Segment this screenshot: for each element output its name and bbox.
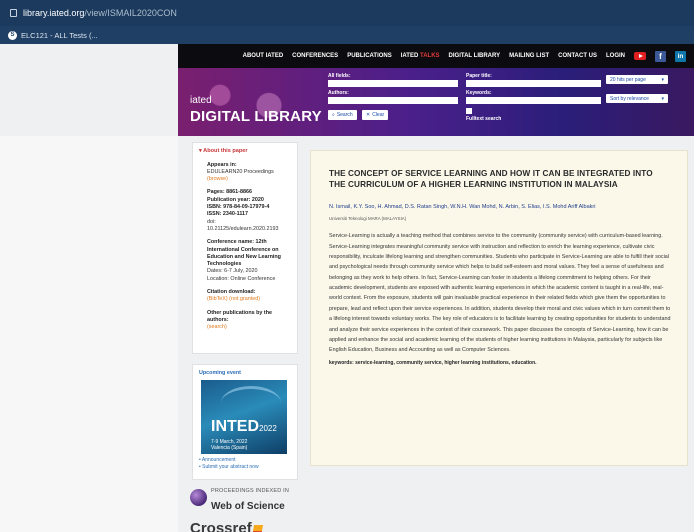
crossref-mark-icon xyxy=(251,525,263,532)
nav-conferences[interactable]: CONFERENCES xyxy=(292,53,338,59)
left-blank-area xyxy=(0,136,178,532)
paper-title: THE CONCEPT OF SERVICE LEARNING AND HOW … xyxy=(329,169,653,189)
upcoming-event-panel: Upcoming event INTED2022 7-9 March, 2022… xyxy=(192,364,298,480)
conference-name: Conference name: 12th International Conf… xyxy=(207,239,281,268)
paper-abstract: Service-Learning is actually a teaching … xyxy=(329,233,671,354)
sort-value: Sort by relevance xyxy=(610,95,649,102)
per-page-select[interactable]: 20 hits per page ▾ xyxy=(606,75,668,84)
search-button-label: Search xyxy=(336,112,353,118)
site-top-nav: ABOUT IATED CONFERENCES PUBLICATIONS IAT… xyxy=(178,44,694,68)
doi-value[interactable]: 10.21125/edulearn.2020.2193 xyxy=(207,226,279,232)
building-arch-shape xyxy=(221,386,281,420)
keywords-input[interactable] xyxy=(466,97,601,104)
lock-icon xyxy=(10,9,17,17)
globe-icon xyxy=(190,488,207,506)
close-icon: ✕ xyxy=(366,112,371,118)
all-fields-input[interactable] xyxy=(328,80,458,87)
citation-label: Citation download: xyxy=(207,289,256,295)
issn: ISSN: 2340-1117 xyxy=(207,211,249,218)
isbn: ISBN: 978-84-09-17979-4 xyxy=(207,204,270,211)
clear-button-label: Clear xyxy=(372,112,385,118)
paper-card: THE CONCEPT OF SERVICE LEARNING AND HOW … xyxy=(310,150,688,466)
other-pubs-block: Other publications by the authors: (sear… xyxy=(207,310,291,332)
fulltext-checkbox[interactable] xyxy=(466,108,472,114)
announcement-link[interactable]: • Announcement xyxy=(199,457,236,463)
facebook-icon[interactable]: f xyxy=(655,50,666,62)
event-info: 7-9 March, 2022 Valencia (Spain) xyxy=(211,439,247,451)
bibtex-link[interactable]: (BibTeX) (not granted) xyxy=(207,296,260,302)
crossref-logo[interactable]: Crossref xyxy=(190,520,263,532)
authors-input[interactable] xyxy=(328,97,458,104)
wos-small-text: PROCEEDINGS INDEXED IN xyxy=(211,488,290,495)
paper-authors[interactable]: N. Ismail, K.Y. Soo, H. Ahmad, D.S. Rata… xyxy=(329,204,671,211)
event-year: 2022 xyxy=(259,424,277,433)
linkedin-icon[interactable]: in xyxy=(675,50,686,62)
authors-label: Authors: xyxy=(328,90,349,96)
nav-talks-label: TALKS xyxy=(419,53,440,59)
event-links: • Announcement • Submit your abstract no… xyxy=(199,457,291,471)
chevron-down-icon: ▾ xyxy=(661,95,664,102)
url-host: library.iated.org xyxy=(23,8,85,18)
other-pubs-label: Other publications by the authors: xyxy=(207,309,272,323)
doi-label: doi: xyxy=(207,218,216,225)
per-page-value: 20 hits per page xyxy=(610,76,646,83)
conference-location: Location: Online Conference xyxy=(207,275,276,282)
keywords-label: Keywords: xyxy=(466,90,492,96)
wos-big-text: Web of Science xyxy=(211,501,285,512)
nav-iated-label: IATED xyxy=(400,53,419,59)
upcoming-event-header: Upcoming event xyxy=(199,370,241,376)
url-path: /view/ISMAIL2020CON xyxy=(84,8,177,18)
about-paper-toggle[interactable]: ▾ About this paper xyxy=(199,148,291,156)
address-bar[interactable]: library.iated.org/view/ISMAIL2020CON xyxy=(0,0,694,26)
appears-in-value: EDULEARN20 Proceedings xyxy=(207,168,274,175)
bookmark-item[interactable]: ELC121 - ALL Tests (... xyxy=(21,31,98,40)
fulltext-label: Fulltext search xyxy=(466,116,502,122)
bookmarks-bar: S ELC121 - ALL Tests (... xyxy=(0,26,694,44)
event-banner[interactable]: INTED2022 7-9 March, 2022 Valencia (Spain… xyxy=(201,380,287,454)
clear-button[interactable]: ✕ Clear xyxy=(362,110,389,120)
web-of-science-badge[interactable]: PROCEEDINGS INDEXED IN Web of Science xyxy=(190,486,300,512)
paper-affiliation: Universiti Teknologi MARA (MALAYSIA) xyxy=(329,216,407,222)
event-title: INTED2022 xyxy=(211,418,277,436)
browse-link[interactable]: (browse) xyxy=(207,176,228,182)
search-icon: ⌕ xyxy=(332,112,335,118)
sort-select[interactable]: Sort by relevance ▾ xyxy=(606,94,668,103)
nav-iated-talks[interactable]: IATED TALKS xyxy=(401,53,440,59)
hero-banner: iated DIGITAL LIBRARY All fields: Paper … xyxy=(178,68,694,136)
crossref-text: Crossref xyxy=(190,520,252,532)
nav-digital-library[interactable]: DIGITAL LIBRARY xyxy=(449,53,501,59)
event-title-text: INTED xyxy=(211,418,259,435)
publication-details: Pages: 8861-8866 Publication year: 2020 … xyxy=(207,189,291,233)
appears-in-block: Appears in: EDULEARN20 Proceedings (brow… xyxy=(207,162,291,184)
search-button[interactable]: ⌕ Search xyxy=(328,110,357,120)
event-place: Valencia (Spain) xyxy=(211,445,248,451)
conference-details: Conference name: 12th International Conf… xyxy=(207,239,291,283)
appears-in-label: Appears in: xyxy=(207,161,237,168)
submit-abstract-link[interactable]: • Submit your abstract now xyxy=(199,464,259,470)
about-paper-panel: ▾ About this paper Appears in: EDULEARN2… xyxy=(192,142,298,354)
youtube-icon[interactable] xyxy=(634,52,646,60)
publication-year: Publication year: 2020 xyxy=(207,196,264,203)
chevron-down-icon: ▾ xyxy=(661,76,664,83)
paper-title-input[interactable] xyxy=(466,80,601,87)
sidebar: ▾ About this paper Appears in: EDULEARN2… xyxy=(190,142,300,532)
brand-small: iated xyxy=(190,95,212,106)
paper-keywords: keywords: service-learning, community se… xyxy=(329,359,537,366)
nav-contact[interactable]: CONTACT US xyxy=(558,53,597,59)
nav-about[interactable]: ABOUT IATED xyxy=(243,53,284,59)
search-authors-link[interactable]: (search) xyxy=(207,324,227,330)
nav-login[interactable]: LOGIN xyxy=(606,53,625,59)
conference-dates: Dates: 6-7 July, 2020 xyxy=(207,268,258,275)
brand-title[interactable]: DIGITAL LIBRARY xyxy=(190,108,322,125)
about-paper-header: About this paper xyxy=(203,148,248,154)
all-fields-label: All fields: xyxy=(328,73,351,79)
paper-title-label: Paper title: xyxy=(466,73,492,79)
wos-text: PROCEEDINGS INDEXED IN Web of Science xyxy=(211,480,289,514)
bookmark-favicon-icon: S xyxy=(8,30,17,40)
pages: Pages: 8861-8866 xyxy=(207,189,252,196)
citation-block: Citation download: (BibTeX) (not granted… xyxy=(207,289,291,304)
nav-publications[interactable]: PUBLICATIONS xyxy=(347,53,392,59)
nav-mailing-list[interactable]: MAILING LIST xyxy=(509,53,549,59)
